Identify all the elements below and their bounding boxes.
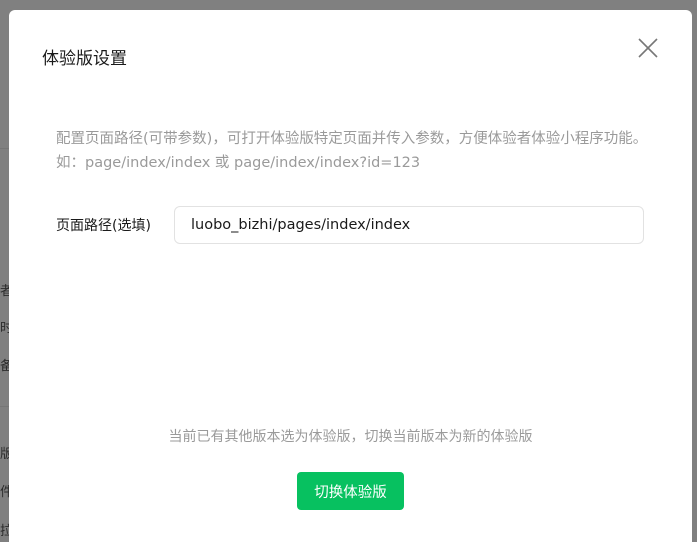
trial-version-settings-dialog: 体验版设置 配置页面路径(可带参数)，可打开体验版特定页面并传入参数，方便体验者… xyxy=(9,10,692,542)
switch-trial-version-button[interactable]: 切换体验版 xyxy=(297,472,404,510)
switch-notice-text: 当前已有其他版本选为体验版，切换当前版本为新的体验版 xyxy=(168,429,533,445)
page-path-label: 页面路径(选填) xyxy=(56,218,151,234)
dialog-title: 体验版设置 xyxy=(42,49,127,69)
close-button[interactable] xyxy=(636,36,660,60)
close-icon xyxy=(638,38,658,58)
background-divider xyxy=(0,406,9,407)
background-divider xyxy=(0,148,9,149)
description-text: 配置页面路径(可带参数)，可打开体验版特定页面并传入参数，方便体验者体验小程序功… xyxy=(56,131,648,171)
page-path-input[interactable] xyxy=(174,206,644,244)
